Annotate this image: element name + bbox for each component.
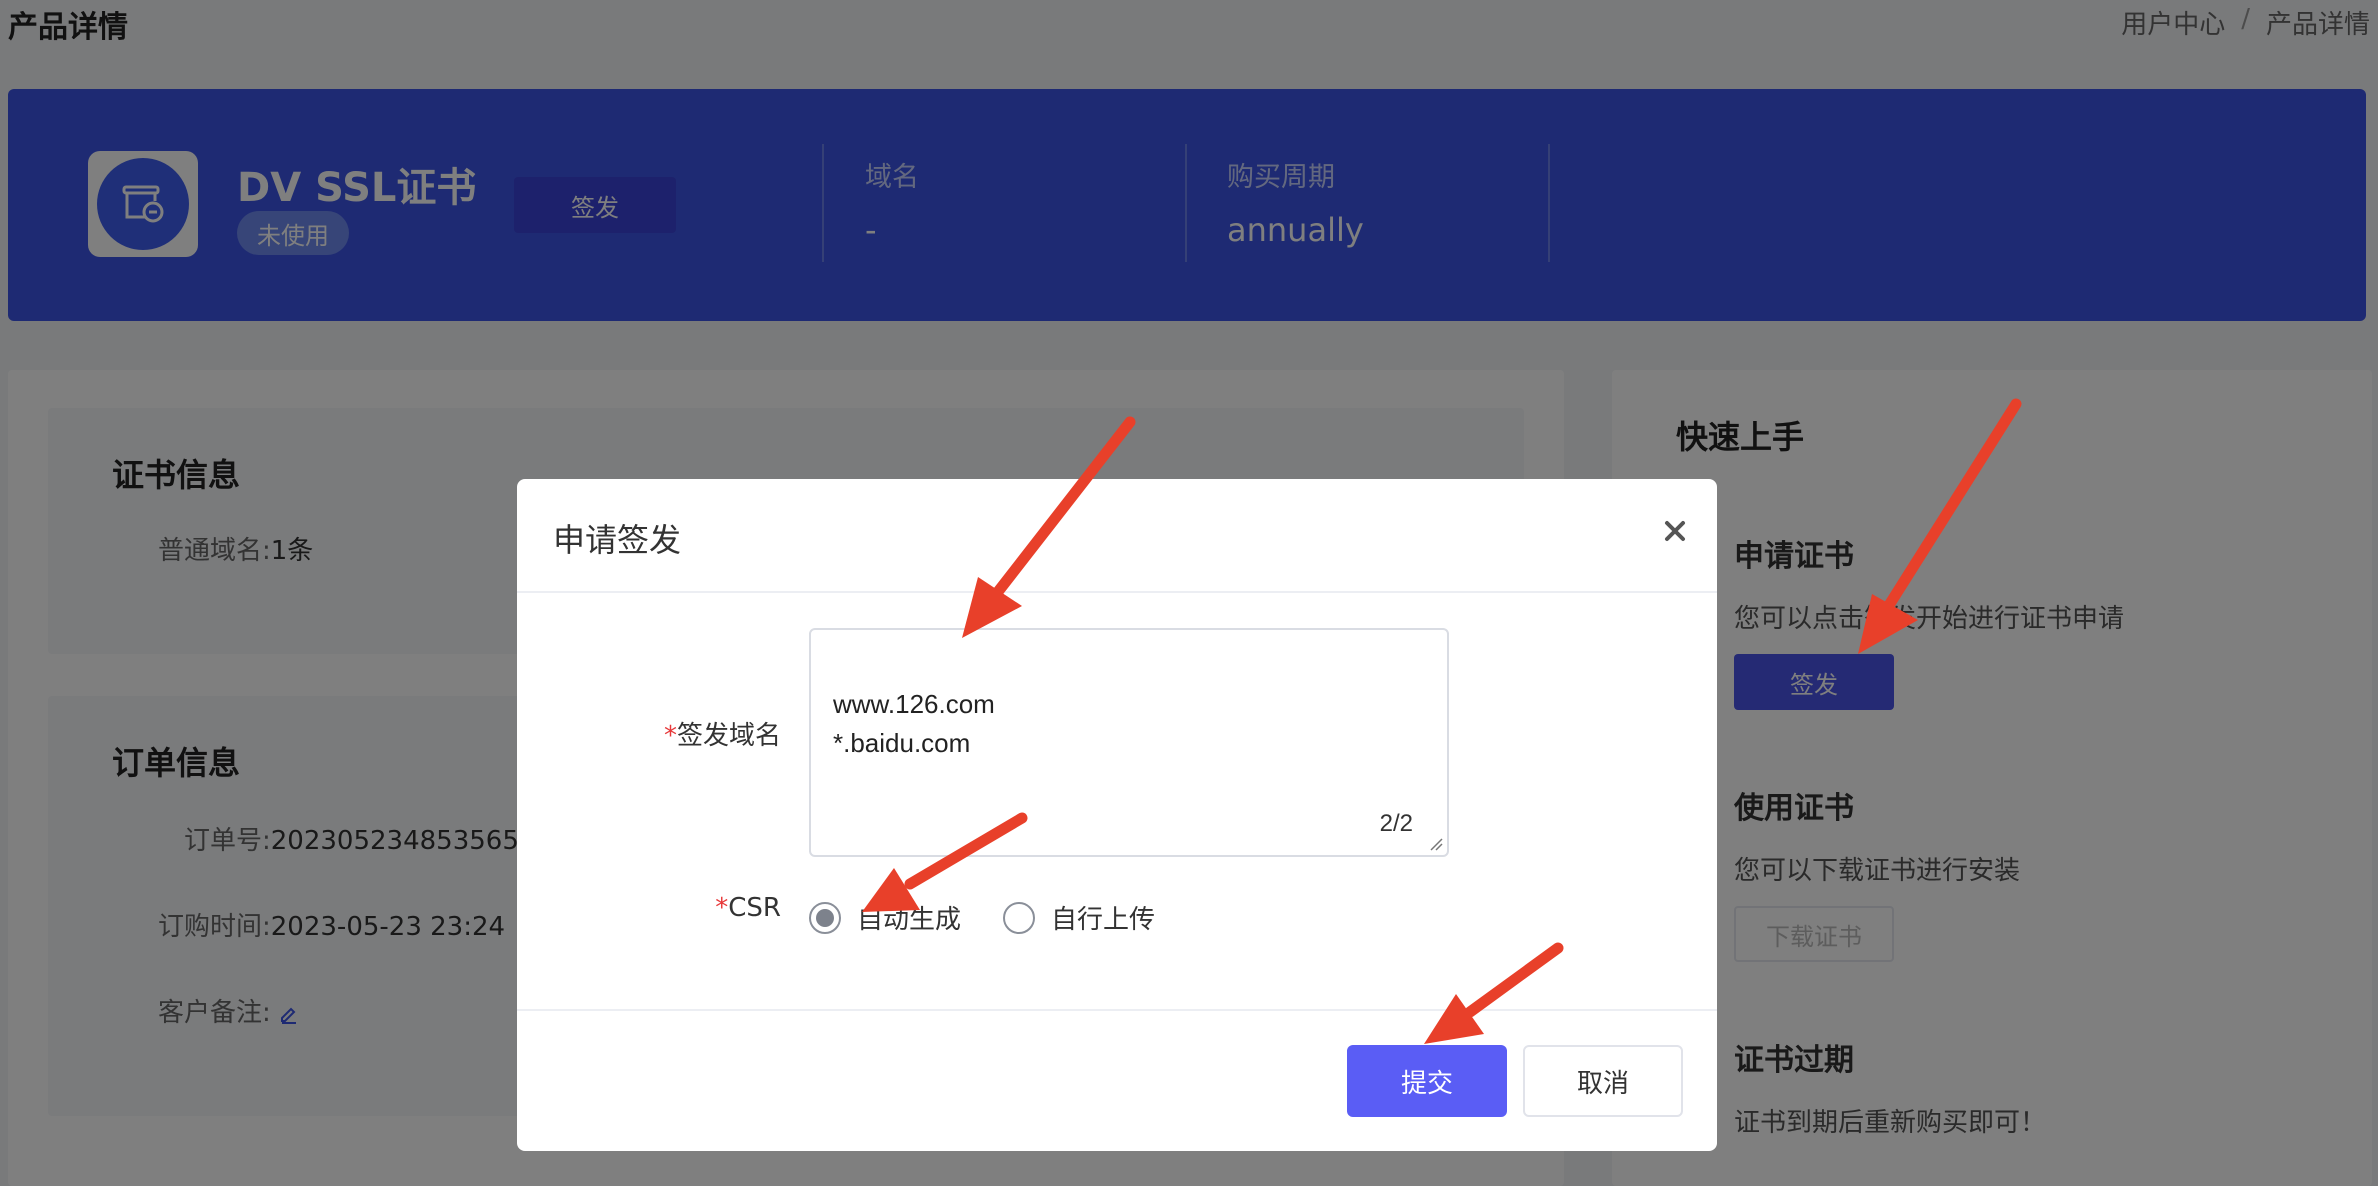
cancel-button[interactable]: 取消 (1523, 1045, 1683, 1117)
required-marker: * (663, 721, 677, 751)
dialog-footer-divider (517, 1009, 1717, 1011)
domain-count: 2/2 (1379, 810, 1413, 837)
radio-self-upload-label: 自行上传 (1051, 905, 1156, 935)
domain-label-text: 签发域名 (676, 721, 781, 751)
radio-auto-generate-label: 自动生成 (857, 905, 962, 935)
apply-issue-dialog: 申请签发 *签发域名 www.126.com *.baidu.com 2/2 *… (517, 479, 1717, 1151)
csr-label-text: CSR (728, 893, 781, 923)
domain-textarea[interactable]: www.126.com *.baidu.com 2/2 (809, 628, 1449, 857)
csr-option-upload[interactable]: 自行上传 (1003, 899, 1155, 936)
radio-auto-generate[interactable] (809, 901, 841, 934)
domain-field-label: *签发域名 (647, 715, 781, 752)
close-icon[interactable] (1657, 513, 1693, 549)
dialog-title: 申请签发 (553, 521, 682, 559)
dialog-header: 申请签发 (517, 479, 1717, 593)
submit-button[interactable]: 提交 (1347, 1045, 1507, 1117)
radio-self-upload[interactable] (1003, 901, 1035, 934)
domain-text: www.126.com *.baidu.com (833, 689, 995, 758)
csr-field-label: *CSR (677, 893, 781, 923)
resize-handle-icon[interactable] (1429, 837, 1443, 851)
required-marker: * (715, 893, 729, 923)
csr-option-auto[interactable]: 自动生成 (809, 899, 961, 936)
